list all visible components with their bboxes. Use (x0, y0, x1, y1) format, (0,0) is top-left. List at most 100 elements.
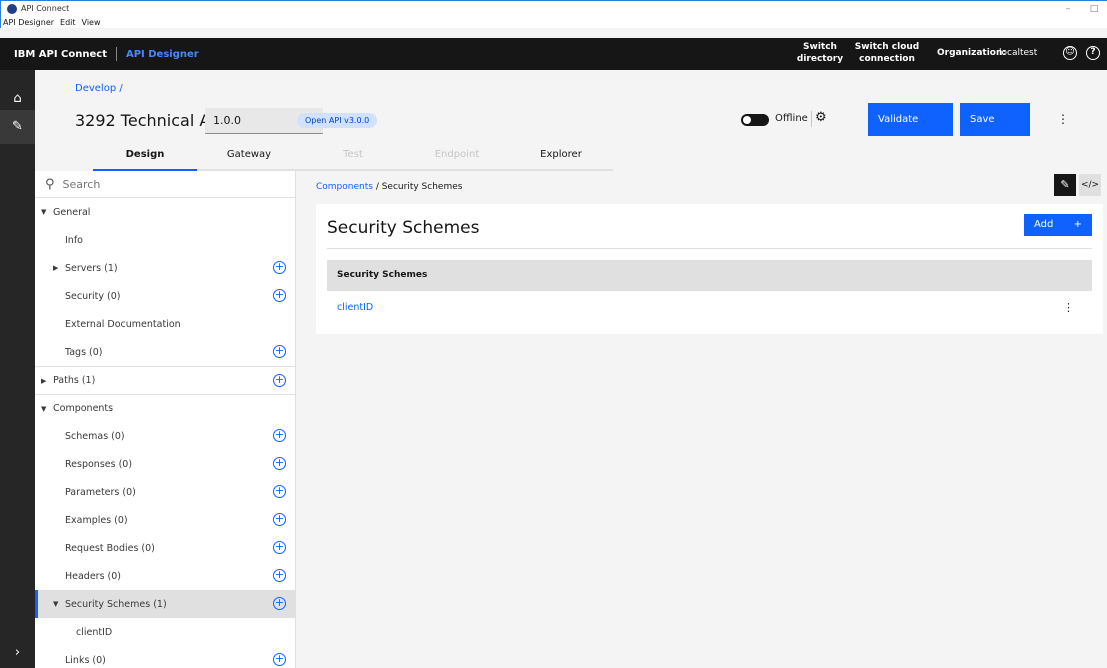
switch-directory-line-1: Switch (803, 42, 837, 52)
sidebar-item-headers[interactable]: Headers (0) + (35, 562, 295, 590)
caret-right-icon[interactable]: ▶ (41, 377, 46, 385)
openapi-version-tag: Open API v3.0.0 (297, 113, 378, 128)
sidebar-item-parameters[interactable]: Parameters (0) + (35, 478, 295, 506)
card-divider (327, 248, 1092, 249)
add-circle-icon[interactable]: + (273, 513, 286, 526)
add-plus-icon: + (1073, 219, 1082, 230)
sidebar-item-label: External Documentation (65, 318, 181, 330)
menu-api-designer[interactable]: API Designer (3, 18, 54, 27)
breadcrumb-current: Security Schemes (381, 182, 463, 192)
add-circle-icon[interactable]: + (273, 653, 286, 666)
develop-pencil-icon[interactable]: ✎ (0, 110, 35, 144)
tab-gateway[interactable]: Gateway (197, 144, 301, 171)
sidebar-item-security[interactable]: Security (0) + (35, 282, 295, 310)
sidebar-item-servers[interactable]: ▶ Servers (1) + (35, 254, 295, 282)
minimize-icon[interactable]: – (1055, 1, 1081, 17)
main-panel: Components / Security Schemes ✎ </> Secu… (296, 171, 1107, 668)
main-breadcrumb: Components / Security Schemes (316, 182, 462, 192)
add-circle-icon[interactable]: + (273, 597, 286, 610)
toolbar-divider (811, 111, 812, 127)
design-sidebar: ⚲ ▼ General Info ▶ Servers (1) + Security (0) +… (35, 171, 296, 668)
tab-explorer[interactable]: Explorer (509, 144, 613, 171)
add-circle-icon[interactable]: + (273, 345, 286, 358)
switch-cloud-line-1: Switch cloud (854, 42, 920, 52)
sidebar-item-label: Info (65, 234, 83, 246)
sidebar-nav-list: ▼ General Info ▶ Servers (1) + Security (0) + Ex… (35, 198, 295, 668)
source-code-icon[interactable]: </> (1079, 174, 1101, 196)
sidebar-item-external-documentation[interactable]: External Documentation (35, 310, 295, 338)
sidebar-item-examples[interactable]: Examples (0) + (35, 506, 295, 534)
menu-view[interactable]: View (82, 18, 101, 27)
switch-directory-button[interactable]: Switch directory (790, 41, 850, 65)
switch-cloud-button[interactable]: Switch cloud connection (852, 41, 922, 65)
organization-label: Organization: (937, 48, 1006, 58)
add-button[interactable]: Add + (1024, 214, 1092, 236)
help-icon[interactable]: ? (1086, 46, 1100, 60)
user-avatar-icon[interactable]: ☺ (1063, 46, 1077, 60)
add-circle-icon[interactable]: + (273, 457, 286, 470)
sidebar-item-label: Responses (0) (65, 458, 133, 470)
add-circle-icon[interactable]: + (273, 569, 286, 582)
add-circle-icon[interactable]: + (273, 485, 286, 498)
sidebar-item-label: Security (0) (65, 290, 121, 302)
caret-down-icon[interactable]: ▼ (41, 208, 46, 216)
app-header: IBM API Connect API Designer Switch dire… (0, 38, 1107, 70)
edit-form-icon[interactable]: ✎ (1054, 174, 1076, 196)
organization-value[interactable]: localtest (999, 48, 1037, 58)
validate-button[interactable]: Validate (868, 103, 953, 136)
expand-rail-icon[interactable]: › (0, 636, 35, 668)
offline-label: Offline (775, 113, 808, 124)
sidebar-item-label: Servers (1) (65, 262, 118, 274)
sidebar-item-label: Tags (0) (65, 346, 103, 358)
scheme-link-clientid[interactable]: clientID (337, 302, 373, 313)
sidebar-item-responses[interactable]: Responses (0) + (35, 450, 295, 478)
tab-design[interactable]: Design (93, 144, 197, 171)
brand-name[interactable]: IBM API Connect (0, 49, 107, 60)
sidebar-item-label: Components (53, 403, 114, 414)
sidebar-item-security-schemes[interactable]: ▼ Security Schemes (1) + (35, 590, 295, 618)
sidebar-item-links[interactable]: Links (0) + (35, 646, 295, 668)
sidebar-item-label: Headers (0) (65, 570, 122, 582)
search-icon: ⚲ (45, 176, 55, 192)
maximize-icon[interactable]: □ (1081, 1, 1107, 17)
add-circle-icon[interactable]: + (273, 541, 286, 554)
product-name[interactable]: API Designer (126, 49, 199, 60)
search-input[interactable] (62, 177, 263, 191)
tab-endpoint: Endpoint (405, 144, 509, 171)
table-row[interactable]: clientID ⋮ (327, 291, 1092, 325)
sidebar-item-general[interactable]: ▼ General (35, 198, 295, 226)
sidebar-item-label: Examples (0) (65, 514, 128, 526)
sidebar-item-label: Security Schemes (1) (65, 598, 167, 610)
caret-down-icon[interactable]: ▼ (41, 405, 46, 413)
tab-bar: Design Gateway Test Endpoint Explorer (93, 144, 631, 171)
left-rail: ⌂ ✎ › (0, 70, 35, 668)
gear-icon[interactable]: ⚙ (815, 110, 827, 125)
sidebar-item-label: Request Bodies (0) (65, 542, 155, 554)
add-circle-icon[interactable]: + (273, 374, 286, 387)
window-controls: – □ (1055, 1, 1107, 17)
row-overflow-menu-icon[interactable]: ⋮ (1063, 291, 1074, 325)
caret-right-icon[interactable]: ▶ (53, 264, 58, 272)
add-button-label: Add (1034, 219, 1054, 230)
table-header: Security Schemes (327, 260, 1092, 291)
sidebar-item-components[interactable]: ▼ Components (35, 394, 295, 422)
sidebar-item-request-bodies[interactable]: Request Bodies (0) + (35, 534, 295, 562)
sidebar-item-paths[interactable]: ▶ Paths (1) + (35, 366, 295, 394)
sidebar-item-clientid[interactable]: clientID (35, 618, 295, 646)
save-button[interactable]: Save (960, 103, 1030, 136)
sidebar-item-info[interactable]: Info (35, 226, 295, 254)
sidebar-item-tags[interactable]: Tags (0) + (35, 338, 295, 366)
overflow-menu-icon[interactable]: ⋮ (1057, 112, 1069, 126)
sidebar-item-schemas[interactable]: Schemas (0) + (35, 422, 295, 450)
breadcrumb-components-link[interactable]: Components (316, 182, 373, 192)
add-circle-icon[interactable]: + (273, 429, 286, 442)
menu-edit[interactable]: Edit (60, 18, 76, 27)
sidebar-search: ⚲ (35, 171, 295, 198)
sidebar-item-label: Parameters (0) (65, 486, 136, 498)
add-circle-icon[interactable]: + (273, 289, 286, 302)
breadcrumb-develop[interactable]: Develop / (75, 83, 123, 94)
security-schemes-card: Security Schemes Add + Security Schemes … (316, 204, 1103, 334)
offline-toggle[interactable] (741, 114, 769, 126)
add-circle-icon[interactable]: + (273, 261, 286, 274)
caret-down-icon[interactable]: ▼ (53, 600, 58, 608)
